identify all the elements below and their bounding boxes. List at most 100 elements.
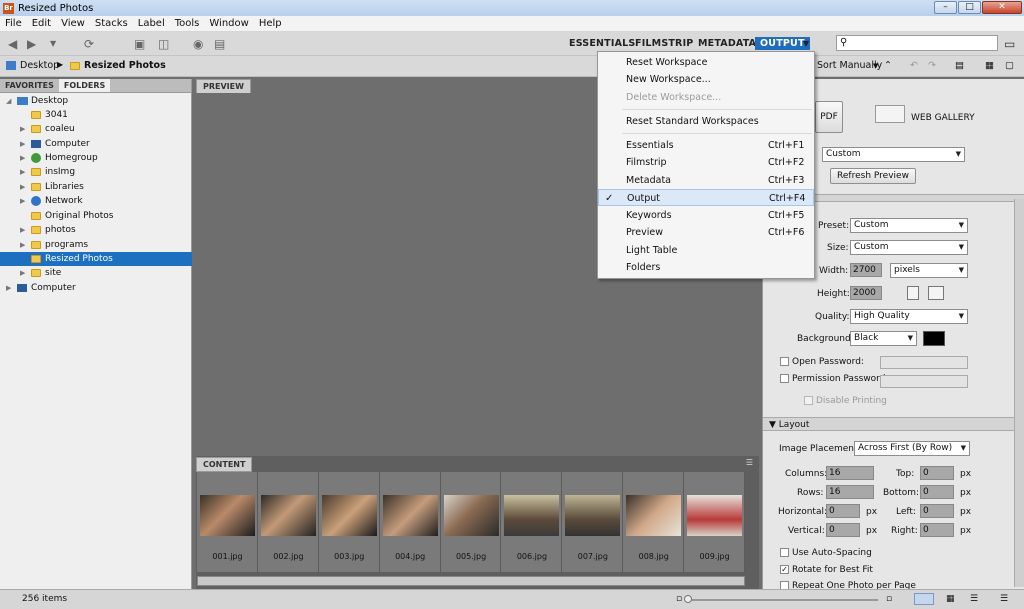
auto-spacing-checkbox[interactable]: [780, 548, 789, 557]
vertical-scrollbar[interactable]: [1014, 199, 1024, 587]
tree-item-homegroup[interactable]: ▶ Homegroup: [0, 151, 192, 165]
rows-field[interactable]: 16: [826, 485, 874, 499]
refresh-preview-button[interactable]: Refresh Preview: [830, 168, 916, 184]
menu-item-new-workspace[interactable]: New Workspace...: [598, 71, 814, 88]
unit-dropdown[interactable]: pixels: [890, 263, 968, 278]
menu-stacks[interactable]: Stacks: [90, 18, 133, 29]
right-field[interactable]: 0: [920, 523, 954, 537]
thumbnail-item[interactable]: 004.jpg: [380, 472, 441, 572]
workspace-dropdown-icon[interactable]: ▼: [803, 37, 809, 51]
rotate-right-icon[interactable]: ↷: [928, 60, 936, 71]
breadcrumb-desktop[interactable]: Desktop: [20, 60, 59, 71]
tree-item-insimg[interactable]: ▶ insImg: [0, 165, 192, 179]
preset-dropdown[interactable]: Custom: [850, 218, 968, 233]
delete-icon[interactable]: ▢: [1005, 60, 1014, 71]
tree-item-original-photos[interactable]: Original Photos: [0, 209, 192, 223]
background-color-swatch[interactable]: [923, 331, 945, 346]
menu-tools[interactable]: Tools: [170, 18, 205, 29]
permission-password-field[interactable]: [880, 375, 968, 388]
minimize-button[interactable]: –: [934, 1, 957, 14]
menu-item-metadata[interactable]: Metadata Ctrl+F3: [598, 172, 814, 189]
close-button[interactable]: ✕: [982, 1, 1022, 14]
menu-item-reset-standard[interactable]: Reset Standard Workspaces: [598, 113, 814, 130]
height-field[interactable]: 2000: [850, 286, 882, 300]
tree-item-photos[interactable]: ▶ photos: [0, 223, 192, 237]
menu-item-filmstrip[interactable]: Filmstrip Ctrl+F2: [598, 154, 814, 171]
create-icon[interactable]: ▤: [214, 37, 225, 51]
back-arrow-icon[interactable]: ◀: [8, 37, 17, 51]
web-gallery-icon[interactable]: [875, 105, 905, 123]
view-list-alt-icon[interactable]: ☰: [1000, 594, 1008, 604]
reveal-recent-icon[interactable]: ⟳: [84, 37, 94, 51]
width-field[interactable]: 2700: [850, 263, 882, 277]
refine-icon[interactable]: ◫: [158, 37, 169, 51]
orientation-portrait-icon[interactable]: [907, 286, 919, 300]
left-field[interactable]: 0: [920, 504, 954, 518]
history-dropdown-icon[interactable]: ▼: [50, 37, 56, 51]
tab-preview[interactable]: PREVIEW: [196, 79, 251, 94]
thumbnail-item[interactable]: 009.jpg: [684, 472, 746, 572]
tree-item-desktop[interactable]: ◢ Desktop: [0, 94, 192, 108]
menu-item-folders[interactable]: Folders: [598, 259, 814, 276]
thumbnail-item[interactable]: 007.jpg: [562, 472, 624, 572]
menu-item-light-table[interactable]: Light Table: [598, 242, 814, 259]
tree-item-computer[interactable]: ▶ Computer: [0, 137, 192, 151]
zoom-out-icon[interactable]: ▫: [676, 594, 682, 604]
menu-item-output[interactable]: ✓ Output Ctrl+F4: [598, 189, 814, 206]
view-grid-icon[interactable]: [914, 593, 934, 605]
pdf-button[interactable]: PDF: [815, 101, 843, 133]
sort-ascending-icon[interactable]: ⌃: [884, 60, 892, 71]
workspace-essentials[interactable]: ESSENTIALS: [564, 37, 640, 50]
workspace-metadata[interactable]: METADATA: [693, 37, 761, 50]
menu-file[interactable]: File: [0, 18, 27, 29]
menu-window[interactable]: Window: [204, 18, 253, 29]
layout-section-header[interactable]: ▼ Layout: [763, 417, 1024, 431]
menu-item-preview[interactable]: Preview Ctrl+F6: [598, 224, 814, 241]
tab-folders[interactable]: FOLDERS: [58, 79, 111, 92]
image-placement-dropdown[interactable]: Across First (By Row): [854, 441, 970, 456]
menu-view[interactable]: View: [56, 18, 90, 29]
tree-item-computer-root[interactable]: ▶ Computer: [0, 281, 192, 295]
orientation-landscape-icon[interactable]: [928, 286, 944, 300]
top-field[interactable]: 0: [920, 466, 954, 480]
quality-dropdown[interactable]: High Quality: [850, 309, 968, 324]
permission-password-checkbox[interactable]: [780, 374, 789, 383]
thumbnail-item[interactable]: 003.jpg: [319, 472, 380, 572]
thumbnail-item[interactable]: 001.jpg: [197, 472, 258, 572]
open-recent-icon[interactable]: ◉: [193, 37, 203, 51]
tree-item-coaleu[interactable]: ▶ coaleu: [0, 122, 192, 136]
rotate-best-fit-checkbox[interactable]: ✓: [780, 565, 789, 574]
menu-help[interactable]: Help: [254, 18, 287, 29]
new-folder-icon[interactable]: ▦: [985, 60, 994, 71]
view-list-icon[interactable]: ☰: [970, 594, 978, 604]
thumbnail-size-slider[interactable]: [688, 599, 878, 601]
disable-printing-checkbox[interactable]: [804, 396, 813, 405]
vertical-field[interactable]: 0: [826, 523, 860, 537]
workspace-filmstrip[interactable]: FILMSTRIP: [630, 37, 698, 50]
menu-label[interactable]: Label: [133, 18, 170, 29]
horizontal-scrollbar[interactable]: [197, 576, 745, 586]
tree-item-site[interactable]: ▶ site: [0, 266, 192, 280]
compact-mode-icon[interactable]: ▭: [1004, 37, 1015, 51]
columns-field[interactable]: 16: [826, 466, 874, 480]
forward-arrow-icon[interactable]: ▶: [27, 37, 36, 51]
zoom-in-icon[interactable]: ▫: [886, 594, 892, 604]
bottom-field[interactable]: 0: [920, 485, 954, 499]
sort-chevron-icon[interactable]: ▼: [873, 62, 878, 70]
panel-menu-icon[interactable]: ☰: [746, 458, 753, 467]
open-password-checkbox[interactable]: [780, 357, 789, 366]
maximize-button[interactable]: □: [958, 1, 981, 14]
workspace-output[interactable]: OUTPUT: [755, 37, 810, 50]
thumbnail-item[interactable]: 002.jpg: [258, 472, 319, 572]
tree-item-resized-photos[interactable]: Resized Photos: [0, 252, 192, 266]
background-dropdown[interactable]: Black: [850, 331, 917, 346]
view-details-icon[interactable]: ▦: [946, 594, 955, 604]
camera-icon[interactable]: ▣: [134, 37, 145, 51]
size-dropdown[interactable]: Custom: [850, 240, 968, 255]
tree-item-3041[interactable]: 3041: [0, 108, 192, 122]
tree-item-network[interactable]: ▶ Network: [0, 194, 192, 208]
template-dropdown[interactable]: Custom: [822, 147, 965, 162]
search-input[interactable]: ⚲: [836, 35, 998, 51]
menu-item-reset-workspace[interactable]: Reset Workspace: [598, 54, 814, 71]
menu-item-delete-workspace[interactable]: Delete Workspace...: [598, 89, 814, 106]
